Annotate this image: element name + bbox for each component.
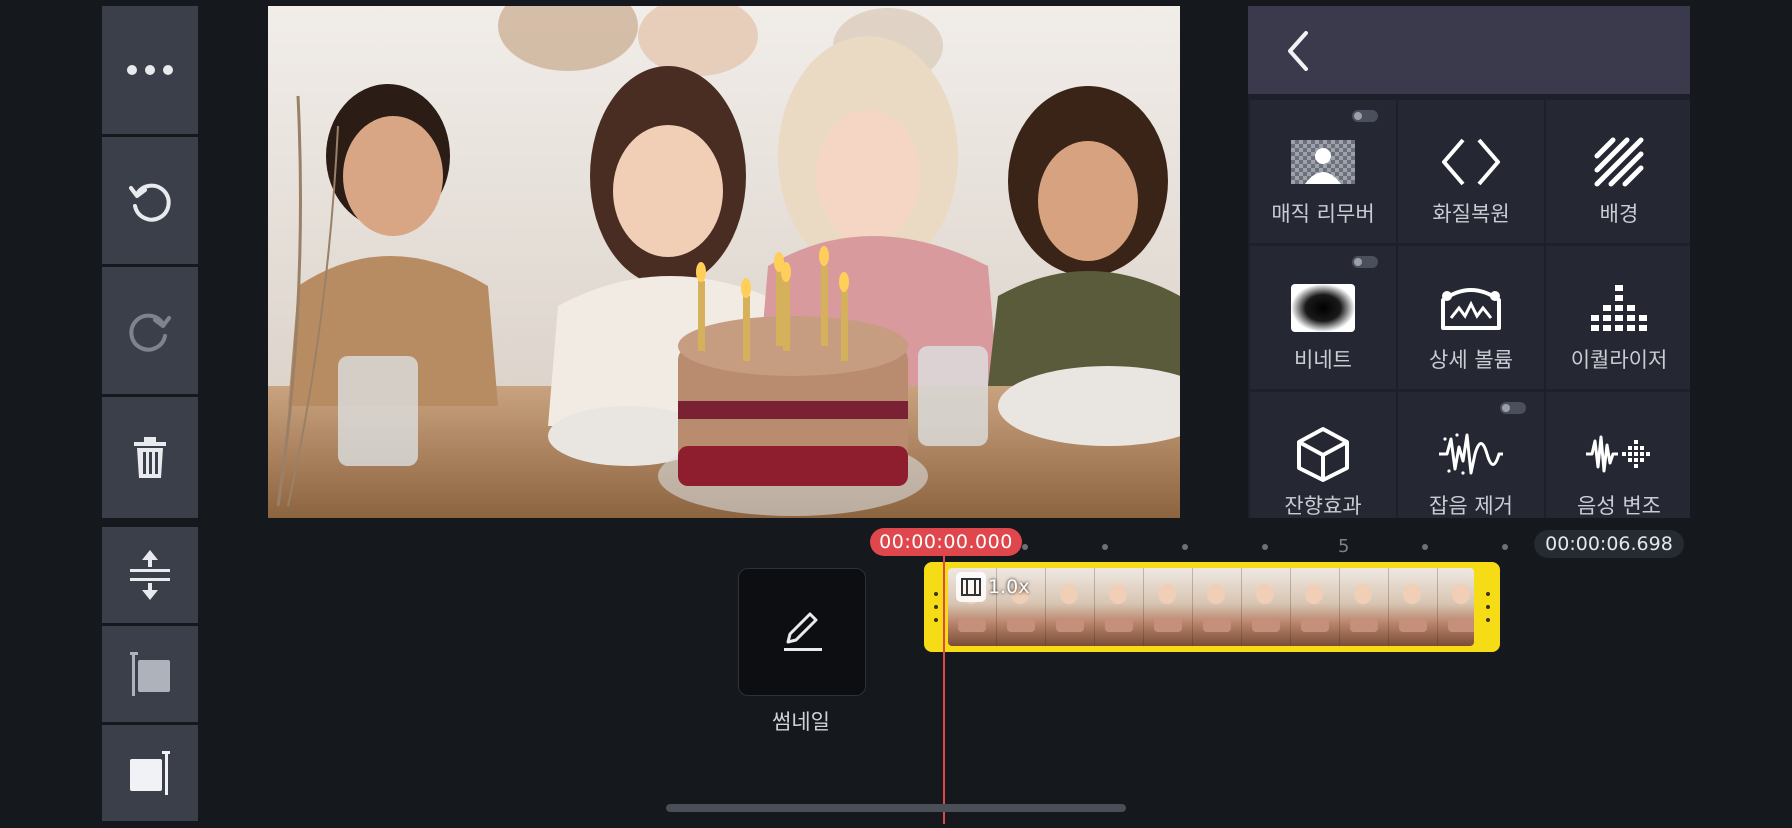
current-time-badge: 00:00:00.000: [870, 528, 1022, 556]
code-brackets-icon: [1442, 138, 1500, 186]
voice-change-tile[interactable]: 음성 변조: [1546, 392, 1690, 518]
ruler-tick: [1182, 544, 1188, 550]
tile-label: 배경: [1599, 202, 1639, 226]
trash-icon: [134, 436, 166, 478]
tile-label: 비네트: [1294, 348, 1352, 372]
pencil-icon: [784, 612, 822, 651]
tile-label: 음성 변조: [1577, 494, 1661, 518]
noise-wave-icon: [1439, 433, 1503, 475]
ruler-tick: [1262, 544, 1268, 550]
delete-button[interactable]: [102, 397, 198, 518]
ruler-label: 5: [1338, 536, 1350, 557]
film-icon: [956, 572, 986, 602]
timeline[interactable]: [0, 524, 1792, 828]
cube-icon: [1297, 427, 1349, 482]
timeline-scrollbar[interactable]: [666, 804, 1126, 812]
tile-label: 상세 볼륨: [1429, 348, 1513, 372]
redo-icon: [129, 313, 171, 352]
person-cutout-icon: [1291, 140, 1355, 184]
trim-start-button[interactable]: [102, 626, 198, 722]
more-button[interactable]: [102, 6, 198, 134]
trim-end-icon: [130, 751, 170, 795]
vignette-icon: [1291, 284, 1355, 332]
equalizer-tile[interactable]: 이퀄라이저: [1546, 246, 1690, 389]
video-clip[interactable]: 1.0x: [924, 562, 1500, 652]
panel-header: [1248, 6, 1690, 94]
preview-frame-image: [268, 6, 1180, 518]
reverb-tile[interactable]: 잔향효과: [1250, 392, 1396, 518]
redo-button[interactable]: [102, 267, 198, 394]
background-tile[interactable]: 배경: [1546, 100, 1690, 243]
volume-envelope-icon: [1441, 288, 1501, 330]
trim-end-button[interactable]: [102, 725, 198, 821]
equalizer-icon: [1591, 285, 1647, 331]
tile-label: 잡음 제거: [1429, 494, 1513, 518]
noise-removal-toggle[interactable]: [1500, 402, 1526, 414]
detail-volume-tile[interactable]: 상세 볼륨: [1398, 246, 1544, 389]
playhead[interactable]: [943, 556, 945, 824]
magic-remover-toggle[interactable]: [1352, 110, 1378, 122]
tile-label: 매직 리무버: [1271, 202, 1375, 226]
quality-restore-tile[interactable]: 화질복원: [1398, 100, 1544, 243]
clip-right-handle[interactable]: [1486, 592, 1490, 622]
expand-track-button[interactable]: [102, 527, 198, 623]
tile-label: 이퀄라이저: [1570, 348, 1668, 372]
effects-panel: 매직 리무버 화질복원 배경 비네트 상세 볼륨 이퀄라이저 잔향효과 잡음 제…: [1248, 6, 1690, 518]
voice-wave-icon: [1586, 435, 1650, 473]
undo-button[interactable]: [102, 137, 198, 264]
magic-remover-tile[interactable]: 매직 리무버: [1250, 100, 1396, 243]
thumbnail-label: 썸네일: [772, 710, 830, 734]
ruler-tick: [1502, 544, 1508, 550]
more-icon: [127, 65, 173, 75]
chevron-left-icon: [1288, 31, 1308, 71]
ruler-tick: [1422, 544, 1428, 550]
tile-label: 화질복원: [1432, 202, 1510, 226]
noise-removal-tile[interactable]: 잡음 제거: [1398, 392, 1544, 518]
thumbnail-button[interactable]: [738, 568, 866, 696]
video-preview[interactable]: [268, 6, 1180, 518]
ruler-tick: [1022, 544, 1028, 550]
vignette-toggle[interactable]: [1352, 256, 1378, 268]
trim-start-icon: [130, 652, 170, 696]
total-duration-badge: 00:00:06.698: [1534, 530, 1684, 558]
ruler-tick: [1102, 544, 1108, 550]
tile-label: 잔향효과: [1284, 494, 1362, 518]
clip-speed-label: 1.0x: [988, 576, 1030, 598]
vignette-tile[interactable]: 비네트: [1250, 246, 1396, 389]
undo-icon: [129, 183, 171, 222]
clip-left-handle[interactable]: [934, 592, 938, 622]
back-button[interactable]: [1278, 28, 1318, 74]
expand-icon: [130, 550, 170, 600]
diagonal-lines-icon: [1594, 137, 1644, 187]
